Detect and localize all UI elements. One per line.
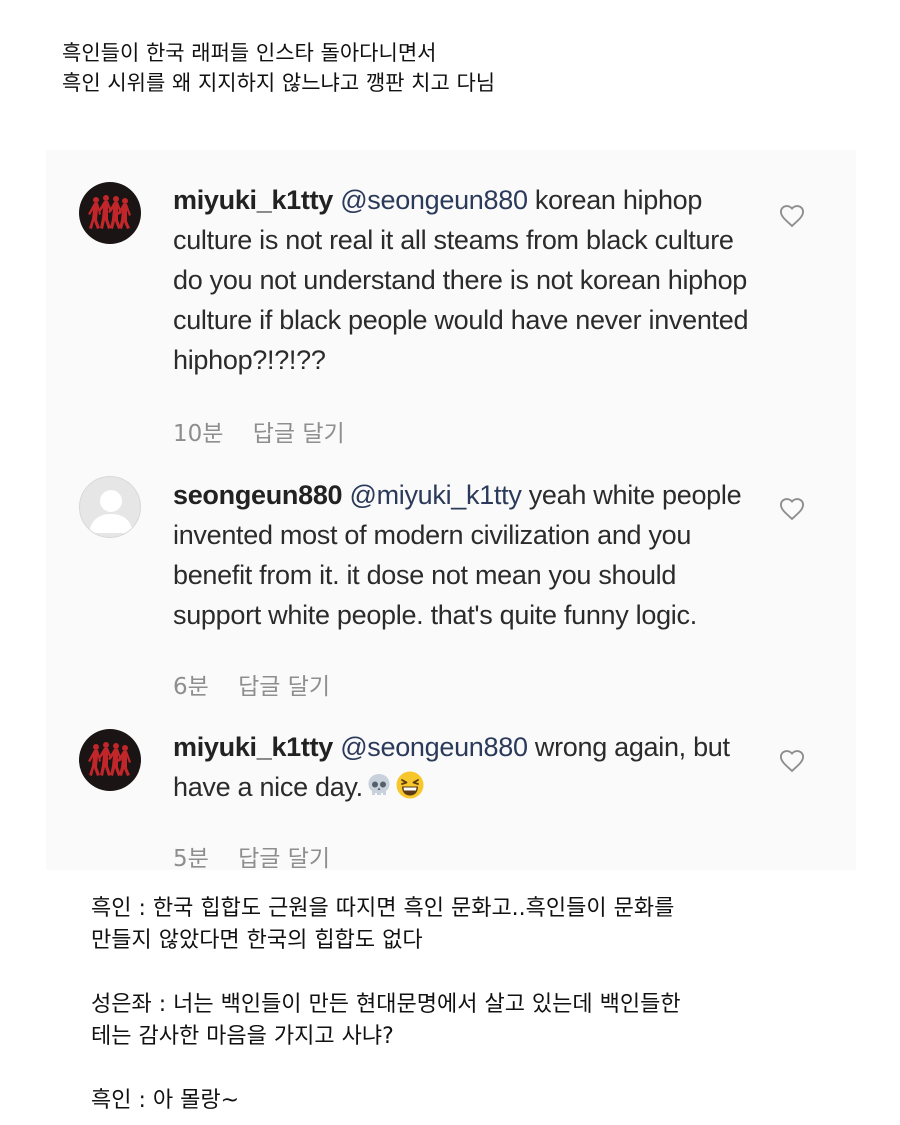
heart-icon[interactable] bbox=[778, 747, 806, 775]
instagram-comments-panel: miyuki_k1tty @seongeun880 korean hiphop … bbox=[46, 150, 856, 873]
comment-time: 10분 bbox=[173, 421, 224, 447]
heart-icon[interactable] bbox=[778, 495, 806, 523]
dialogue-paragraph: 흑인 : 아 몰랑~ bbox=[91, 1085, 851, 1117]
dialogue-paragraph: 흑인 : 한국 힙합도 근원을 따지면 흑인 문화고..흑인들이 문화를 만들지… bbox=[91, 893, 851, 957]
comment-meta: 10분 답글 달기 bbox=[173, 414, 345, 448]
default-user-avatar[interactable] bbox=[79, 476, 141, 538]
dancers-silhouette-icon bbox=[88, 742, 131, 776]
comment-meta: 5분 답글 달기 bbox=[173, 839, 330, 873]
grinning-squint-emoji bbox=[396, 771, 424, 799]
dialogue-line: 테는 감사한 마음을 가지고 사냐? bbox=[91, 1024, 394, 1049]
intro-line-2: 흑인 시위를 왜 지지하지 않느냐고 깽판 치고 다님 bbox=[62, 71, 496, 95]
dialogue-paragraph: 성은좌 : 너는 백인들이 만든 현대문명에서 살고 있는데 백인들한 테는 감… bbox=[91, 989, 851, 1053]
dancers-silhouette-avatar[interactable] bbox=[79, 729, 141, 791]
reply-button[interactable]: 답글 달기 bbox=[238, 839, 330, 873]
comment-mention[interactable]: @miyuki_k1tty bbox=[349, 480, 521, 510]
intro-caption: 흑인들이 한국 래퍼들 인스타 돌아다니면서 흑인 시위를 왜 지지하지 않느냐… bbox=[62, 38, 862, 98]
comment-username[interactable]: miyuki_k1tty bbox=[173, 732, 333, 762]
dancers-silhouette-avatar[interactable] bbox=[79, 182, 141, 244]
comment-username[interactable]: miyuki_k1tty bbox=[173, 185, 333, 215]
comment-mention[interactable]: @seongeun880 bbox=[340, 732, 528, 762]
dialogue-line: 흑인 : 아 몰랑~ bbox=[91, 1088, 240, 1113]
comment-body: miyuki_k1tty @seongeun880 korean hiphop … bbox=[173, 180, 763, 380]
comment-time: 5분 bbox=[173, 846, 209, 872]
heart-icon[interactable] bbox=[778, 202, 806, 230]
skull-emoji bbox=[368, 774, 390, 795]
default-user-icon bbox=[89, 490, 133, 533]
comment-username[interactable]: seongeun880 bbox=[173, 480, 343, 510]
reply-button[interactable]: 답글 달기 bbox=[253, 414, 345, 448]
reply-button[interactable]: 답글 달기 bbox=[238, 667, 330, 701]
comment-body: miyuki_k1tty @seongeun880 wrong again, b… bbox=[173, 727, 763, 807]
dialogue-line: 성은좌 : 너는 백인들이 만든 현대문명에서 살고 있는데 백인들한 bbox=[91, 992, 681, 1017]
dancers-silhouette-icon bbox=[88, 195, 131, 229]
comment-mention[interactable]: @seongeun880 bbox=[340, 185, 528, 215]
intro-line-1: 흑인들이 한국 래퍼들 인스타 돌아다니면서 bbox=[62, 41, 437, 65]
comment-meta: 6분 답글 달기 bbox=[173, 667, 330, 701]
comment-body: seongeun880 @miyuki_k1tty yeah white peo… bbox=[173, 475, 763, 635]
dialogue-line: 만들지 않았다면 한국의 힙합도 없다 bbox=[91, 928, 423, 953]
dialogue-line: 흑인 : 한국 힙합도 근원을 따지면 흑인 문화고..흑인들이 문화를 bbox=[91, 896, 675, 921]
comment-time: 6분 bbox=[173, 674, 209, 700]
dialogue-summary: 흑인 : 한국 힙합도 근원을 따지면 흑인 문화고..흑인들이 문화를 만들지… bbox=[91, 893, 851, 1117]
